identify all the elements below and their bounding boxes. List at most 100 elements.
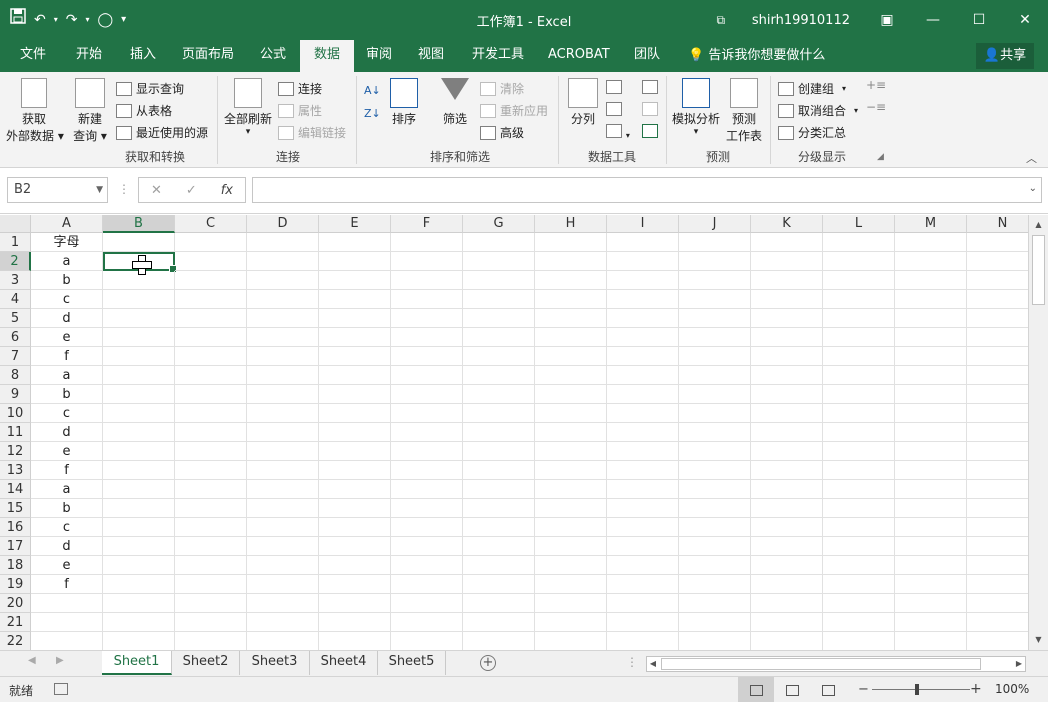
cell-h13[interactable] [535, 461, 607, 480]
cell-k4[interactable] [751, 290, 823, 309]
cell-f14[interactable] [391, 480, 463, 499]
cell-m14[interactable] [895, 480, 967, 499]
tab-team[interactable]: 团队 [620, 40, 674, 72]
sort-descending-icon[interactable]: Z↓ [364, 107, 381, 120]
cell-l7[interactable] [823, 347, 895, 366]
column-header-c[interactable]: C [175, 215, 247, 233]
cell-c19[interactable] [175, 575, 247, 594]
cell-l9[interactable] [823, 385, 895, 404]
cell-h12[interactable] [535, 442, 607, 461]
cell-i12[interactable] [607, 442, 679, 461]
cell-d6[interactable] [247, 328, 319, 347]
cell-h11[interactable] [535, 423, 607, 442]
cell-j14[interactable] [679, 480, 751, 499]
expand-formula-icon[interactable]: ⌄ [1029, 183, 1037, 194]
column-header-n[interactable]: N [967, 215, 1028, 233]
cell-l10[interactable] [823, 404, 895, 423]
add-sheet-icon[interactable]: + [480, 655, 496, 671]
cell-b11[interactable] [103, 423, 175, 442]
cell-k2[interactable] [751, 252, 823, 271]
cell-n12[interactable] [967, 442, 1028, 461]
restore-ribbon-icon[interactable]: ▣ [864, 12, 910, 28]
cell-h10[interactable] [535, 404, 607, 423]
sheet-tab-sheet5[interactable]: Sheet5 [378, 651, 446, 675]
sheet-tab-sheet3[interactable]: Sheet3 [240, 651, 310, 675]
filter-button[interactable]: 筛选 [436, 78, 474, 127]
cell-d9[interactable] [247, 385, 319, 404]
cell-i19[interactable] [607, 575, 679, 594]
name-box[interactable]: B2 ▼ [7, 177, 108, 203]
reapply-button[interactable]: 重新应用 [480, 102, 548, 119]
cell-h17[interactable] [535, 537, 607, 556]
cell-n7[interactable] [967, 347, 1028, 366]
cell-g22[interactable] [463, 632, 535, 650]
cell-i5[interactable] [607, 309, 679, 328]
row-header-12[interactable]: 12 [0, 442, 31, 461]
cell-i17[interactable] [607, 537, 679, 556]
relationships-icon[interactable] [642, 102, 658, 119]
cell-l4[interactable] [823, 290, 895, 309]
cell-m3[interactable] [895, 271, 967, 290]
row-header-6[interactable]: 6 [0, 328, 31, 347]
cell-l15[interactable] [823, 499, 895, 518]
cell-k16[interactable] [751, 518, 823, 537]
cell-n5[interactable] [967, 309, 1028, 328]
cell-m9[interactable] [895, 385, 967, 404]
row-header-21[interactable]: 21 [0, 613, 31, 632]
cell-f6[interactable] [391, 328, 463, 347]
cell-j9[interactable] [679, 385, 751, 404]
cell-n4[interactable] [967, 290, 1028, 309]
ribbon-display-icon[interactable]: ⧉ [698, 13, 744, 28]
cell-a6[interactable]: e [31, 328, 103, 347]
cell-e22[interactable] [319, 632, 391, 650]
cell-b18[interactable] [103, 556, 175, 575]
cell-a16[interactable]: c [31, 518, 103, 537]
cell-b7[interactable] [103, 347, 175, 366]
cell-n21[interactable] [967, 613, 1028, 632]
column-header-a[interactable]: A [31, 215, 103, 233]
cell-n15[interactable] [967, 499, 1028, 518]
cell-e8[interactable] [319, 366, 391, 385]
cell-m20[interactable] [895, 594, 967, 613]
cell-a13[interactable]: f [31, 461, 103, 480]
cell-i14[interactable] [607, 480, 679, 499]
cell-l20[interactable] [823, 594, 895, 613]
cell-g7[interactable] [463, 347, 535, 366]
cell-l16[interactable] [823, 518, 895, 537]
cell-c5[interactable] [175, 309, 247, 328]
cell-e2[interactable] [319, 252, 391, 271]
cell-m7[interactable] [895, 347, 967, 366]
cell-a14[interactable]: a [31, 480, 103, 499]
cell-l12[interactable] [823, 442, 895, 461]
cell-a10[interactable]: c [31, 404, 103, 423]
cell-m6[interactable] [895, 328, 967, 347]
cell-j6[interactable] [679, 328, 751, 347]
tab-review[interactable]: 审阅 [352, 40, 406, 72]
cell-j3[interactable] [679, 271, 751, 290]
cell-h7[interactable] [535, 347, 607, 366]
cell-l22[interactable] [823, 632, 895, 650]
show-queries-button[interactable]: 显示查询 [116, 80, 184, 97]
tab-formulas[interactable]: 公式 [246, 40, 300, 72]
group-button[interactable]: 创建组 ▾ [778, 80, 846, 97]
cell-f12[interactable] [391, 442, 463, 461]
tab-file[interactable]: 文件 [6, 40, 60, 72]
cell-e4[interactable] [319, 290, 391, 309]
cell-b21[interactable] [103, 613, 175, 632]
cell-m10[interactable] [895, 404, 967, 423]
cell-c22[interactable] [175, 632, 247, 650]
cell-k5[interactable] [751, 309, 823, 328]
cell-k1[interactable] [751, 233, 823, 252]
cell-i18[interactable] [607, 556, 679, 575]
cell-l5[interactable] [823, 309, 895, 328]
cell-d1[interactable] [247, 233, 319, 252]
cell-g17[interactable] [463, 537, 535, 556]
row-header-19[interactable]: 19 [0, 575, 31, 594]
cell-b1[interactable] [103, 233, 175, 252]
zoom-out-icon[interactable]: − [858, 682, 869, 697]
cell-c4[interactable] [175, 290, 247, 309]
cell-c9[interactable] [175, 385, 247, 404]
cell-j19[interactable] [679, 575, 751, 594]
properties-button[interactable]: 属性 [278, 102, 322, 119]
cell-h5[interactable] [535, 309, 607, 328]
